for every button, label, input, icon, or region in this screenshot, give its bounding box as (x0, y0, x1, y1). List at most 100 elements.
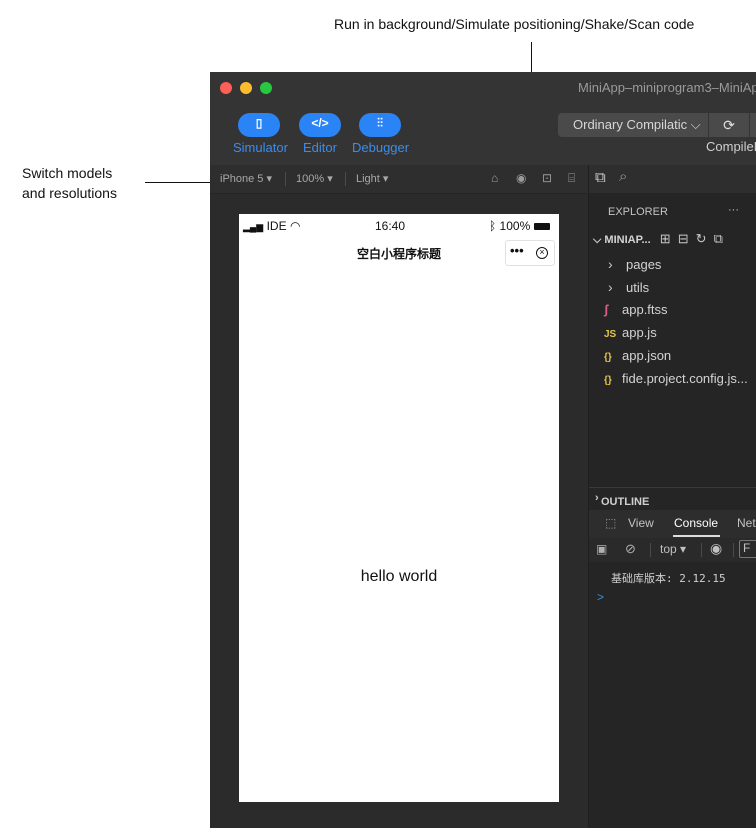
tree-item-app-json[interactable]: {} app.json (604, 348, 671, 363)
context-select[interactable]: top ▾ (660, 542, 686, 556)
json-file-icon: {} (604, 352, 612, 363)
tree-item-label: pages (626, 257, 662, 272)
explorer-title: EXPLORER (608, 206, 668, 218)
phone-icon: ▯ (255, 116, 263, 130)
editor-toolbar: ⧉ ⌕ (589, 165, 756, 194)
wifi-icon: ◠ (289, 219, 301, 233)
json-file-icon: {} (604, 375, 612, 386)
theme-select[interactable]: Light ▾ (356, 172, 388, 185)
divider (345, 172, 346, 186)
tree-item-label: utils (626, 280, 650, 295)
scan-icon[interactable]: ⌸ (568, 171, 575, 186)
close-icon[interactable]: × (536, 247, 548, 259)
simulator-area: ▂▄▆ IDE ◠ 16:40 ᛒ 100% 空白小程序标题 ••• × hel… (210, 194, 588, 828)
explorer-panel: EXPLORER ··· ⌵ MINIAP... ⊞ ⊟ ↻ ⧉ › pages … (589, 194, 756, 828)
zoom-window-button[interactable] (260, 82, 272, 94)
annotation-left: Switch models and resolutions (22, 163, 117, 203)
compile-label-text: Compile (706, 139, 754, 154)
refresh-icon[interactable]: ↻ (696, 231, 707, 246)
active-tab-indicator (673, 535, 720, 537)
shake-icon[interactable]: ⊡ (542, 171, 552, 185)
filter-input[interactable]: F (739, 540, 756, 558)
bluetooth-icon: ᛒ (489, 219, 497, 233)
tree-item-pages[interactable]: › pages (608, 256, 661, 272)
editor-label[interactable]: Editor (303, 140, 337, 155)
ide-window: MiniApp–miniprogram3–MiniApp ▯ Simulator… (210, 72, 756, 828)
simulator-toolbar: iPhone 5 ▾ 100% ▾ Light ▾ ⌂ ◉ ⊡ ⌸ (210, 165, 588, 194)
chevron-down-icon: ⌵ (593, 234, 605, 246)
new-folder-icon[interactable]: ⊟ (678, 231, 689, 246)
annotation-top: Run in background/Simulate positioning/S… (334, 16, 695, 32)
window-title: MiniApp–miniprogram3–MiniApp (578, 80, 756, 95)
simulator-button[interactable]: ▯ (238, 113, 280, 137)
tree-item-app-js[interactable]: JS app.js (604, 325, 657, 340)
console-prompt[interactable]: > (597, 590, 604, 604)
divider (701, 543, 702, 557)
divider (733, 543, 734, 557)
annotation-left-line1: Switch models (22, 165, 113, 181)
tree-item-app-ftss[interactable]: ʃ app.ftss (604, 302, 668, 317)
minimize-window-button[interactable] (240, 82, 252, 94)
zoom-select[interactable]: 100% ▾ (296, 172, 333, 185)
compile-mode-value: Ordinary Compilatic (573, 117, 688, 132)
outline-section[interactable]: › OUTLINE (589, 487, 756, 510)
chevron-right-icon: › (608, 256, 613, 272)
editor-button[interactable]: </> (299, 113, 341, 137)
hello-text: hello world (360, 568, 438, 585)
tree-item-label: fide.project.config.js... (622, 371, 748, 386)
more-options-icon[interactable]: ··· (728, 204, 739, 216)
status-battery: ᛒ 100% (489, 219, 550, 233)
more-icon[interactable]: ••• (510, 243, 524, 258)
outline-title: › OUTLINE (595, 492, 650, 508)
files-icon[interactable]: ⧉ (595, 169, 606, 186)
title-bar: MiniApp–miniprogram3–MiniApp ▯ Simulator… (210, 72, 756, 165)
sidebar-toggle-icon[interactable]: ▣ (596, 542, 607, 556)
signal-icon: ▂▄▆ (243, 222, 264, 232)
tab-network[interactable]: Net (737, 516, 756, 530)
capsule-menu[interactable]: ••• × (505, 240, 555, 266)
refresh-icon[interactable]: ⟳ (709, 113, 749, 137)
device-select[interactable]: iPhone 5 ▾ (220, 172, 272, 185)
divider (650, 543, 651, 557)
outline-label: OUTLINE (601, 496, 650, 508)
status-carrier: ▂▄▆ IDE ◠ (243, 219, 300, 233)
location-icon[interactable]: ◉ (516, 171, 526, 185)
search-icon[interactable]: ⌕ (619, 168, 627, 185)
style-file-icon: ʃ (604, 302, 609, 317)
preview-button[interactable] (750, 113, 756, 137)
console-output-line: 基础库版本: 2.12.15 (611, 572, 726, 585)
tree-item-label: app.json (622, 348, 672, 363)
tree-item-label: app.js (622, 325, 657, 340)
tab-view[interactable]: View (628, 516, 654, 530)
status-time: 16:40 (375, 219, 406, 233)
annotation-left-line2: and resolutions (22, 185, 117, 201)
debugger-label[interactable]: Debugger (352, 140, 409, 155)
close-window-button[interactable] (220, 82, 232, 94)
sliders-icon: ⫶⫶ (376, 116, 383, 130)
project-name: MINIAP... (604, 234, 651, 246)
inspect-icon[interactable]: ⬚ (605, 516, 616, 530)
compile-mode-select[interactable]: Ordinary Compilatic ⌵ (558, 113, 708, 137)
devtools-tabs: ⬚ View Console Net (589, 510, 756, 538)
project-root[interactable]: ⌵ MINIAP... ⊞ ⊟ ↻ ⧉ (593, 231, 723, 247)
simulator-label[interactable]: Simulator (233, 140, 288, 155)
battery-icon (533, 223, 550, 231)
carrier-text: IDE (266, 219, 287, 233)
console-toolbar: ▣ ⊘ top ▾ ◉ F (589, 538, 756, 562)
phone-screen: ▂▄▆ IDE ◠ 16:40 ᛒ 100% 空白小程序标题 ••• × hel… (239, 214, 559, 802)
battery-text: 100% (499, 219, 531, 233)
chevron-right-icon: › (608, 279, 613, 295)
tree-item-project-config[interactable]: {} fide.project.config.js... (604, 371, 748, 386)
js-file-icon: JS (604, 329, 617, 340)
clear-console-icon[interactable]: ⊘ (625, 541, 636, 557)
eye-icon[interactable]: ◉ (710, 540, 722, 557)
tab-console[interactable]: Console (674, 516, 718, 530)
tree-item-utils[interactable]: › utils (608, 279, 649, 295)
new-file-icon[interactable]: ⊞ (660, 231, 671, 246)
home-icon[interactable]: ⌂ (491, 171, 498, 185)
chevron-down-icon: ⌵ (690, 117, 701, 132)
compile-label[interactable]: CompileP (706, 139, 756, 154)
divider (285, 172, 286, 186)
collapse-icon[interactable]: ⧉ (714, 231, 723, 246)
debugger-button[interactable]: ⫶⫶ (359, 113, 401, 137)
